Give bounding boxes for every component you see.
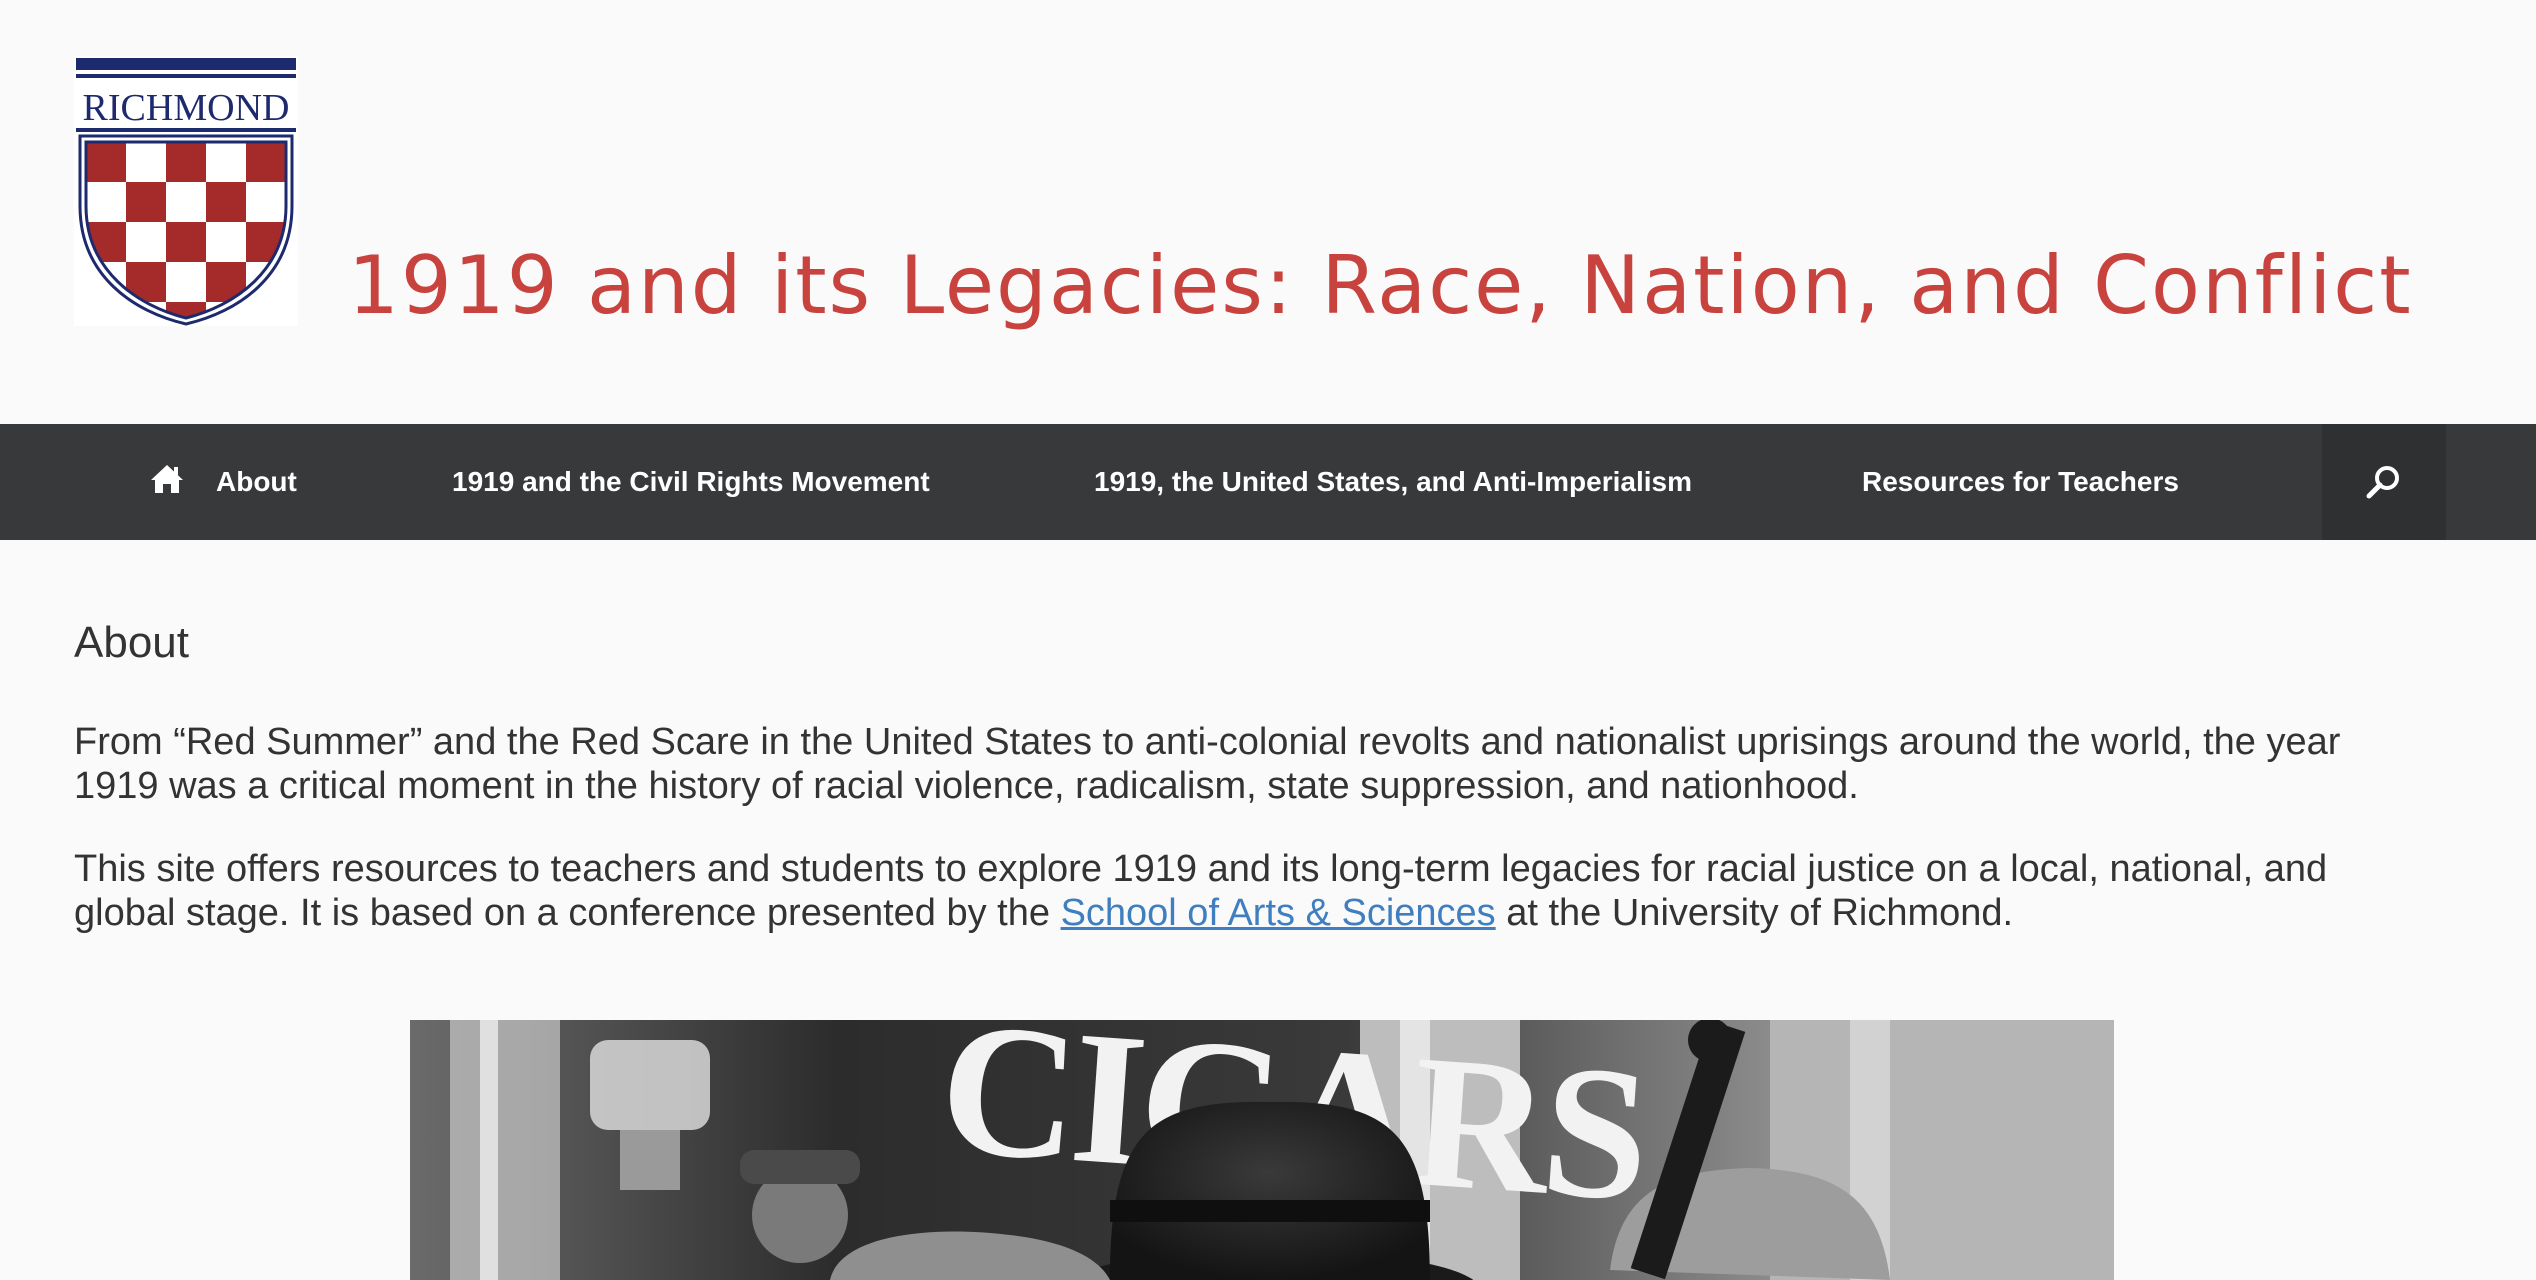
home-icon[interactable]	[150, 462, 184, 496]
nav-item-resources[interactable]: Resources for Teachers	[1862, 424, 2179, 540]
site-description-paragraph: This site offers resources to teachers a…	[74, 847, 2434, 935]
nav-item-anti-imperialism[interactable]: 1919, the United States, and Anti-Imperi…	[1094, 424, 1692, 540]
site-title[interactable]: 1919 and its Legacies: Race, Nation, and…	[348, 236, 2413, 336]
paragraph-text-end: at the University of Richmond.	[1495, 892, 2014, 934]
richmond-logo[interactable]: RICHMOND	[74, 56, 298, 326]
page-heading: About	[74, 618, 189, 667]
logo-wordmark: RICHMOND	[83, 87, 290, 129]
site-header: RICHMOND 1919 and its Legacies: Race, Na…	[0, 0, 2536, 424]
intro-paragraph: From “Red Summer” and the Red Scare in t…	[74, 721, 2341, 807]
historical-photo: CIGARS	[410, 1020, 2114, 1280]
search-icon	[2366, 466, 2399, 499]
search-button[interactable]	[2322, 424, 2446, 540]
main-nav: About 1919 and the Civil Rights Movement…	[0, 424, 2536, 540]
nav-item-civil-rights[interactable]: 1919 and the Civil Rights Movement	[452, 424, 930, 540]
nav-item-about[interactable]: About	[216, 424, 297, 540]
school-of-arts-sciences-link[interactable]: School of Arts & Sciences	[1061, 892, 1496, 934]
